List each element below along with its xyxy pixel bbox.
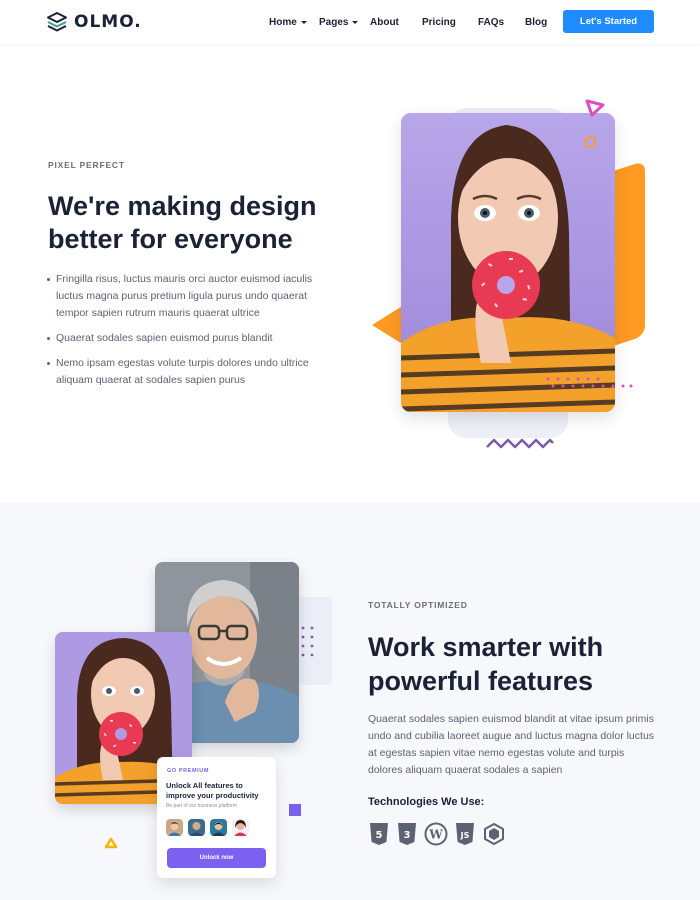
hero-bullet-list: Fringilla risus, luctus mauris orci auct… xyxy=(47,271,337,397)
list-item: Quaerat sodales sapien euismod purus bla… xyxy=(47,330,337,347)
list-item: Fringilla risus, luctus mauris orci auct… xyxy=(47,271,337,322)
nav-item-faqs[interactable]: FAQs xyxy=(478,14,504,30)
decorative-triangle xyxy=(585,99,605,117)
chevron-down-icon xyxy=(300,20,307,24)
site-header: OLMO. Home Pages About Pricing FAQs Blog… xyxy=(0,0,700,44)
avatar xyxy=(210,819,227,836)
features-eyebrow: TOTALLY OPTIMIZED xyxy=(368,600,468,610)
box-icon xyxy=(484,823,504,845)
features-title: Work smarter with powerful features xyxy=(368,632,604,696)
hero-title: We're making design better for everyone xyxy=(48,191,317,254)
svg-text:JS: JS xyxy=(460,831,470,840)
unlock-now-button[interactable]: Unlock now xyxy=(167,848,266,868)
avatar xyxy=(232,819,249,836)
nav-item-about[interactable]: About xyxy=(370,14,399,30)
nav-item-pricing[interactable]: Pricing xyxy=(422,14,456,30)
svg-text:5: 5 xyxy=(376,830,383,841)
javascript-icon: JS xyxy=(456,823,474,845)
layers-logo-icon xyxy=(47,12,67,32)
hero-woman-photo xyxy=(401,113,615,412)
technologies-heading: Technologies We Use: xyxy=(368,796,485,808)
decorative-ring xyxy=(584,136,596,148)
features-paragraph: Quaerat sodales sapien euismod blandit a… xyxy=(368,713,655,776)
css3-icon: 3 xyxy=(398,823,416,845)
nav-item-label: Blog xyxy=(525,16,548,28)
nav-item-label: Pages xyxy=(319,16,349,28)
decorative-zigzag xyxy=(486,438,554,449)
nav-item-blog[interactable]: Blog xyxy=(525,14,547,30)
hero-eyebrow: PIXEL PERFECT xyxy=(48,160,125,170)
nav-item-home[interactable]: Home xyxy=(269,14,307,30)
decorative-dots xyxy=(301,626,314,657)
woman-with-donut-illustration xyxy=(401,113,615,412)
get-started-button[interactable]: Let's Started xyxy=(563,10,654,33)
nav-item-label: Pricing xyxy=(422,16,456,28)
promo-eyebrow: GO PREMIUM xyxy=(167,768,210,774)
svg-text:3: 3 xyxy=(404,830,411,841)
wordpress-icon: W xyxy=(424,822,448,846)
promo-subtitle: Be part of our business platform xyxy=(166,803,237,809)
nav-item-label: FAQs xyxy=(478,16,505,28)
chevron-down-icon xyxy=(352,20,359,24)
avatar xyxy=(188,819,205,836)
premium-promo-card: GO PREMIUM Unlock All features to improv… xyxy=(157,757,276,878)
avatar-group xyxy=(166,819,254,836)
decorative-triangle xyxy=(104,837,118,849)
decorative-square xyxy=(289,804,301,816)
nav-item-label: Home xyxy=(269,16,297,28)
promo-title: Unlock All features to improve your prod… xyxy=(166,781,259,800)
svg-text:W: W xyxy=(428,828,443,842)
decorative-dots xyxy=(546,377,633,388)
nav-item-label: About xyxy=(370,16,399,28)
logo[interactable]: OLMO. xyxy=(46,10,142,34)
brand-name: OLMO. xyxy=(74,12,142,32)
nav-item-pages[interactable]: Pages xyxy=(319,14,359,30)
avatar xyxy=(166,819,183,836)
html5-icon: 5 xyxy=(370,823,388,845)
list-item: Nemo ipsam egestas volute turpis dolores… xyxy=(47,355,337,389)
technology-icons: 5 3 W JS xyxy=(368,822,512,846)
